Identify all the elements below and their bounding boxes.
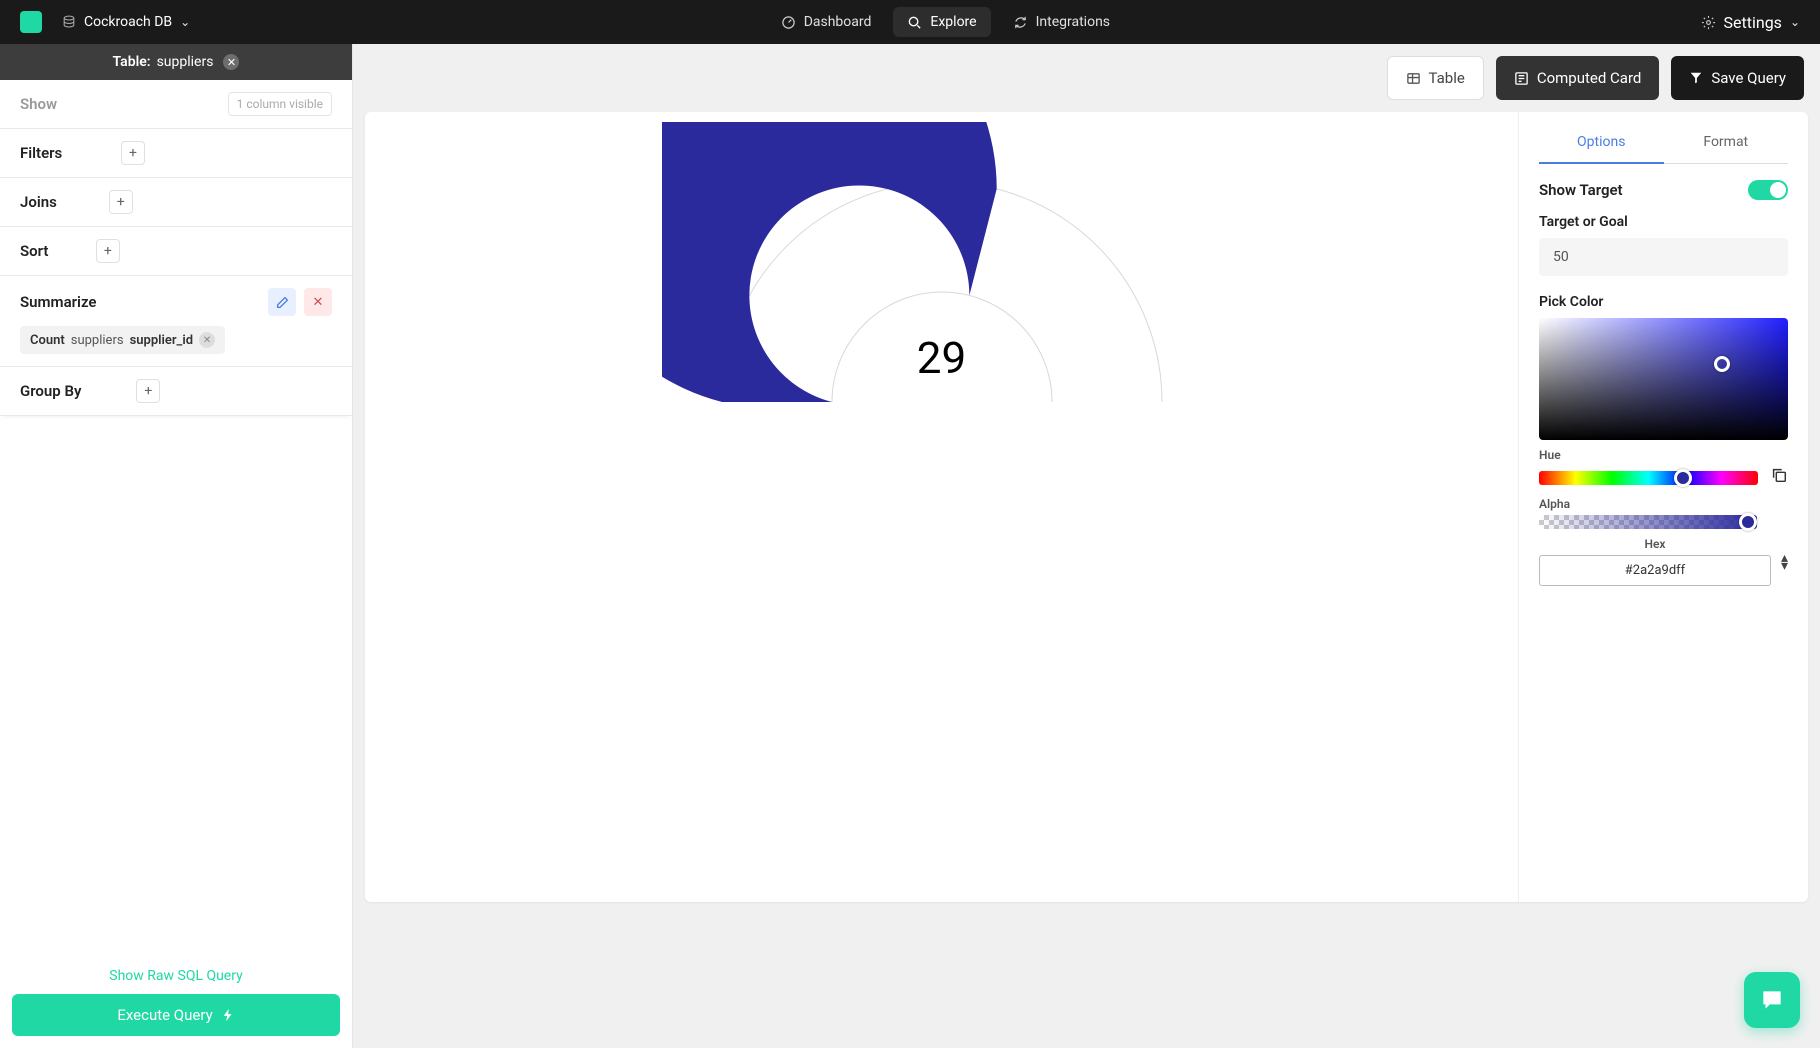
chat-icon bbox=[1759, 987, 1785, 1013]
sort-label: Sort bbox=[20, 242, 48, 260]
target-label: Target or Goal bbox=[1539, 214, 1788, 230]
chat-button[interactable] bbox=[1744, 972, 1800, 1028]
search-icon bbox=[907, 15, 922, 30]
target-input[interactable] bbox=[1539, 238, 1788, 276]
nav-integrations[interactable]: Integrations bbox=[999, 7, 1124, 37]
options-panel: Options Format Show Target Target or Goa… bbox=[1518, 112, 1808, 902]
hue-knob[interactable] bbox=[1674, 469, 1692, 487]
chevron-down-icon: ⌄ bbox=[180, 15, 190, 29]
query-sidebar: Table: suppliers ✕ Show 1 column visible… bbox=[0, 44, 353, 1048]
show-label: Show bbox=[20, 95, 57, 113]
sync-icon bbox=[1013, 15, 1028, 30]
remove-summarize-button[interactable]: ✕ bbox=[304, 288, 332, 316]
hue-slider[interactable] bbox=[1539, 471, 1758, 485]
groupby-label: Group By bbox=[20, 382, 81, 400]
table-header: Table: suppliers ✕ bbox=[0, 44, 352, 80]
nav-explore[interactable]: Explore bbox=[893, 7, 990, 37]
db-name: Cockroach DB bbox=[84, 14, 172, 30]
chevron-down-icon: ⌄ bbox=[1790, 15, 1800, 29]
alpha-slider[interactable] bbox=[1539, 515, 1757, 529]
show-target-label: Show Target bbox=[1539, 181, 1623, 199]
pencil-icon bbox=[276, 296, 289, 309]
swatch-cursor[interactable] bbox=[1714, 356, 1730, 372]
add-groupby-button[interactable]: + bbox=[136, 379, 160, 403]
execute-query-button[interactable]: Execute Query bbox=[12, 994, 340, 1036]
tab-options[interactable]: Options bbox=[1539, 126, 1664, 164]
show-target-toggle[interactable] bbox=[1748, 180, 1788, 200]
alpha-label: Alpha bbox=[1539, 497, 1788, 511]
settings-menu[interactable]: Settings ⌄ bbox=[1701, 13, 1800, 32]
view-computed-button[interactable]: Computed Card bbox=[1496, 56, 1660, 100]
copy-icon[interactable] bbox=[1770, 466, 1788, 489]
summarize-chip[interactable]: Count suppliers supplier_id ✕ bbox=[20, 326, 225, 354]
edit-summarize-button[interactable] bbox=[268, 288, 296, 316]
add-join-button[interactable]: + bbox=[109, 190, 133, 214]
close-icon[interactable]: ✕ bbox=[223, 54, 239, 70]
pick-color-label: Pick Color bbox=[1539, 294, 1788, 310]
nav-dashboard[interactable]: Dashboard bbox=[767, 7, 886, 37]
gauge-value: 29 bbox=[917, 332, 966, 384]
gear-icon bbox=[1701, 15, 1716, 30]
close-icon[interactable]: ✕ bbox=[199, 332, 215, 348]
filter-icon bbox=[1689, 71, 1703, 85]
app-logo[interactable] bbox=[20, 11, 42, 33]
database-icon bbox=[62, 15, 76, 29]
bolt-icon bbox=[221, 1008, 235, 1022]
joins-label: Joins bbox=[20, 193, 57, 211]
filters-label: Filters bbox=[20, 144, 62, 162]
card-icon bbox=[1514, 71, 1529, 86]
summarize-label: Summarize bbox=[20, 293, 96, 311]
add-filter-button[interactable]: + bbox=[121, 141, 145, 165]
view-table-button[interactable]: Table bbox=[1387, 56, 1484, 100]
alpha-knob[interactable] bbox=[1739, 513, 1757, 531]
hue-label: Hue bbox=[1539, 448, 1788, 462]
add-sort-button[interactable]: + bbox=[96, 239, 120, 263]
hex-input[interactable] bbox=[1539, 555, 1771, 586]
chart-area: 29 bbox=[365, 112, 1518, 902]
db-selector[interactable]: Cockroach DB ⌄ bbox=[62, 14, 190, 30]
format-cycle-button[interactable]: ▴▾ bbox=[1781, 554, 1788, 570]
save-query-button[interactable]: Save Query bbox=[1671, 56, 1804, 100]
hex-label: Hex bbox=[1539, 537, 1771, 551]
top-bar: Cockroach DB ⌄ Dashboard Explore Integra… bbox=[0, 0, 1820, 44]
show-sql-link[interactable]: Show Raw SQL Query bbox=[12, 968, 340, 984]
table-icon bbox=[1406, 71, 1421, 86]
tab-format[interactable]: Format bbox=[1664, 126, 1789, 163]
dashboard-icon bbox=[781, 15, 796, 30]
column-count-hint[interactable]: 1 column visible bbox=[228, 92, 332, 116]
color-swatch[interactable] bbox=[1539, 318, 1788, 440]
